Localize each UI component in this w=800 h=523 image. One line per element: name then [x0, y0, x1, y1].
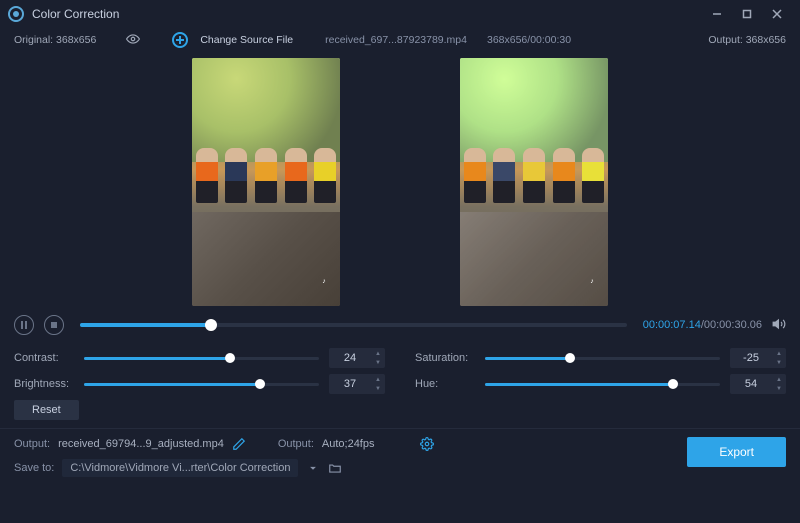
- contrast-spinbox[interactable]: 24▲▼: [329, 348, 385, 368]
- stop-button[interactable]: [44, 315, 64, 335]
- output-format-label: Output:: [278, 438, 314, 450]
- output-dimensions-label: Output: 368x656: [708, 34, 786, 46]
- adjusted-preview: ♪: [460, 58, 608, 306]
- contrast-row: Contrast: 24▲▼: [14, 348, 385, 368]
- timeline-slider[interactable]: [80, 323, 627, 327]
- spin-down-icon[interactable]: ▼: [772, 358, 786, 367]
- adjustment-sliders: Contrast: 24▲▼ Saturation: -25▲▼ Brightn…: [0, 340, 800, 398]
- export-button[interactable]: Export: [687, 437, 786, 467]
- total-time: /00:00:30.06: [701, 319, 762, 331]
- source-filename: received_697...87923789.mp4: [325, 34, 467, 46]
- saturation-row: Saturation: -25▲▼: [415, 348, 786, 368]
- maximize-button[interactable]: [732, 4, 762, 24]
- hue-spinbox[interactable]: 54▲▼: [730, 374, 786, 394]
- spin-up-icon[interactable]: ▲: [772, 375, 786, 384]
- watermark-icon: ♪: [582, 278, 602, 292]
- window-title: Color Correction: [32, 7, 119, 21]
- original-dimensions-label: Original: 368x656: [14, 34, 96, 46]
- change-source-button[interactable]: Change Source File: [200, 34, 293, 46]
- saturation-spinbox[interactable]: -25▲▼: [730, 348, 786, 368]
- contrast-label: Contrast:: [14, 352, 74, 364]
- bottom-panel: Output: received_69794...9_adjusted.mp4 …: [0, 428, 800, 485]
- edit-output-name-icon[interactable]: [232, 437, 246, 451]
- reset-button[interactable]: Reset: [14, 400, 79, 420]
- close-button[interactable]: [762, 4, 792, 24]
- saturation-slider[interactable]: [485, 357, 720, 360]
- pause-button[interactable]: [14, 315, 34, 335]
- volume-icon[interactable]: [772, 317, 786, 334]
- titlebar: Color Correction: [0, 0, 800, 28]
- output-file-name: received_69794...9_adjusted.mp4: [58, 438, 224, 450]
- minimize-button[interactable]: [702, 4, 732, 24]
- source-fileinfo: 368x656/00:00:30: [487, 34, 571, 46]
- hue-row: Hue: 54▲▼: [415, 374, 786, 394]
- spin-up-icon[interactable]: ▲: [371, 375, 385, 384]
- contrast-slider[interactable]: [84, 357, 319, 360]
- spin-down-icon[interactable]: ▼: [371, 358, 385, 367]
- original-preview: ♪: [192, 58, 340, 306]
- preview-area: ♪ ♪: [0, 52, 800, 310]
- brightness-label: Brightness:: [14, 378, 74, 390]
- hue-slider[interactable]: [485, 383, 720, 386]
- brightness-row: Brightness: 37▲▼: [14, 374, 385, 394]
- hue-label: Hue:: [415, 378, 475, 390]
- app-logo-icon: [8, 6, 24, 22]
- add-source-icon[interactable]: [172, 32, 188, 48]
- current-time: 00:00:07.14: [643, 319, 701, 331]
- output-settings-icon[interactable]: [420, 437, 434, 451]
- spin-up-icon[interactable]: ▲: [772, 349, 786, 358]
- spin-down-icon[interactable]: ▼: [772, 384, 786, 393]
- timecode: 00:00:07.14/00:00:30.06: [643, 319, 762, 331]
- output-format-value: Auto;24fps: [322, 438, 375, 450]
- brightness-slider[interactable]: [84, 383, 319, 386]
- save-path-dropdown-icon[interactable]: [306, 461, 320, 475]
- spin-down-icon[interactable]: ▼: [371, 384, 385, 393]
- save-to-label: Save to:: [14, 462, 54, 474]
- save-path-field[interactable]: C:\Vidmore\Vidmore Vi...rter\Color Corre…: [62, 459, 298, 477]
- source-bar: Original: 368x656 Change Source File rec…: [0, 28, 800, 52]
- brightness-spinbox[interactable]: 37▲▼: [329, 374, 385, 394]
- open-folder-icon[interactable]: [328, 461, 342, 475]
- saturation-label: Saturation:: [415, 352, 475, 364]
- watermark-icon: ♪: [314, 278, 334, 292]
- playback-controls: 00:00:07.14/00:00:30.06: [0, 310, 800, 340]
- output-file-label: Output:: [14, 438, 50, 450]
- preview-toggle-icon[interactable]: [126, 32, 140, 49]
- spin-up-icon[interactable]: ▲: [371, 349, 385, 358]
